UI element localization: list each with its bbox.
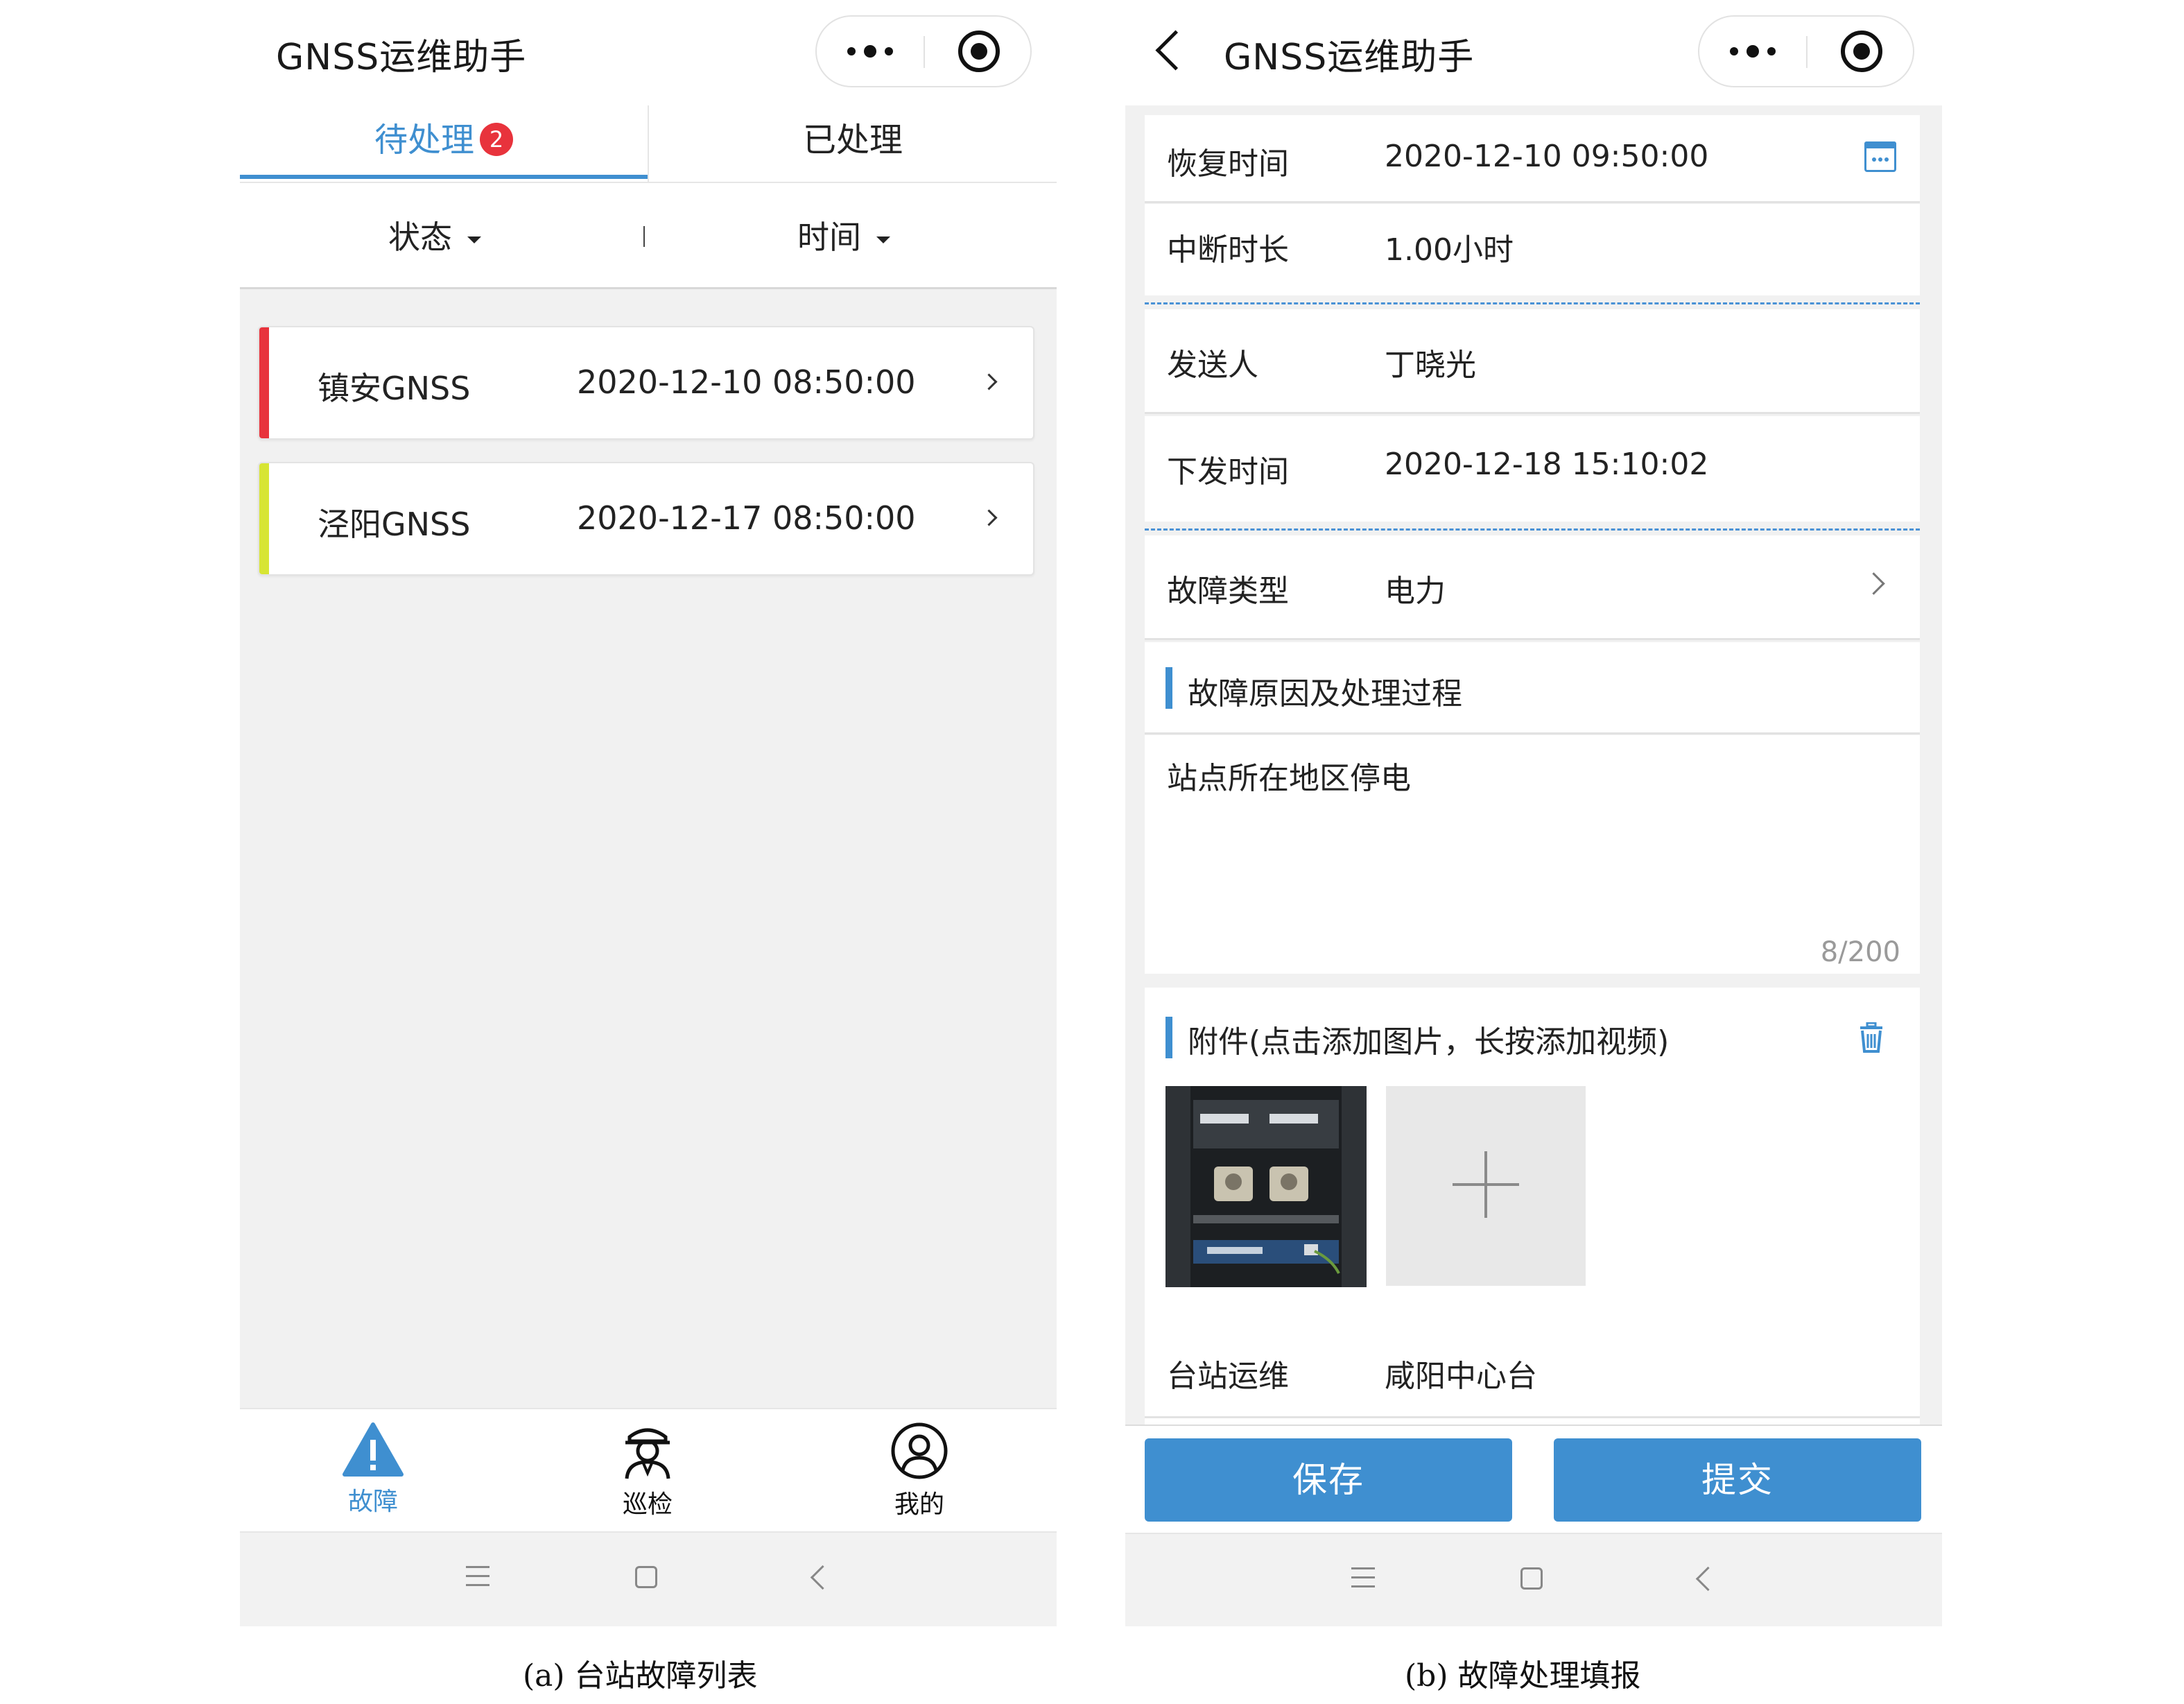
- home-icon[interactable]: [1520, 1567, 1543, 1590]
- status-color-bar: [259, 463, 269, 574]
- tab-processed[interactable]: 已处理: [649, 105, 1057, 182]
- section-accent-bar: [1165, 667, 1172, 709]
- bottom-tab-inspection[interactable]: 巡检: [578, 1422, 717, 1520]
- capsule-divider: [1806, 36, 1808, 68]
- menu-icon[interactable]: [1351, 1567, 1375, 1588]
- bottom-tab-fault[interactable]: 故障: [304, 1422, 442, 1517]
- close-target-icon[interactable]: [958, 31, 1000, 72]
- recovery-time-row[interactable]: 恢复时间 2020-12-10 09:50:00: [1145, 115, 1920, 203]
- status-color-bar: [259, 327, 269, 438]
- system-nav-bar: [240, 1531, 1057, 1626]
- mini-program-capsule: [815, 15, 1032, 87]
- station-name: 泾阳GNSS: [318, 506, 471, 543]
- fault-type-value: 电力: [1385, 574, 1446, 609]
- bottom-tab-mine-label: 我的: [894, 1490, 944, 1519]
- fault-report-form: 恢复时间 2020-12-10 09:50:00 中断时长 1.00小时 发送人…: [1145, 107, 1920, 1425]
- station-name: 镇安GNSS: [318, 370, 471, 407]
- cause-text: 站点所在地区停电: [1167, 761, 1411, 796]
- active-tab-underline: [240, 175, 648, 179]
- equipment-rack-photo: [1165, 1086, 1367, 1287]
- char-counter: 8/200: [1820, 936, 1900, 968]
- tab-pending-label: 待处理: [374, 121, 474, 160]
- fault-time: 2020-12-17 08:50:00: [577, 499, 916, 537]
- back-arrow-icon[interactable]: [1155, 30, 1196, 71]
- app-title: GNSS运维助手: [1224, 37, 1475, 78]
- attachment-thumbnail[interactable]: [1165, 1086, 1367, 1287]
- status-filter-label: 状态: [388, 218, 452, 256]
- time-filter-label: 时间: [797, 218, 861, 256]
- station-ops-row: 台站运维 咸阳中心台: [1145, 1320, 1920, 1418]
- close-target-icon[interactable]: [1841, 31, 1882, 72]
- top-nav-bar: GNSS运维助手: [240, 0, 1057, 105]
- pending-count-badge: 2: [480, 123, 513, 156]
- caption-a: (a) 台站故障列表: [523, 1658, 758, 1694]
- time-filter-dropdown[interactable]: 时间: [797, 212, 890, 258]
- field-label: 恢复时间: [1167, 146, 1289, 182]
- chevron-right-icon: [980, 509, 998, 526]
- top-nav-bar: GNSS运维助手: [1125, 0, 1942, 105]
- sender-value: 丁晓光: [1385, 347, 1476, 383]
- field-label: 发送人: [1167, 347, 1258, 383]
- sender-row: 发送人 丁晓光: [1145, 309, 1920, 414]
- issue-time-value: 2020-12-18 15:10:02: [1385, 447, 1709, 482]
- filter-divider: [643, 226, 645, 247]
- chevron-right-icon: [980, 373, 998, 390]
- home-icon[interactable]: [635, 1566, 657, 1588]
- back-icon[interactable]: [1695, 1566, 1721, 1592]
- attachment-section-title: 附件(点击添加图片，长按添加视频): [1188, 1024, 1670, 1060]
- section-accent-bar: [1165, 1017, 1172, 1058]
- cause-section-header: 故障原因及处理过程: [1145, 642, 1920, 734]
- more-menu-icon[interactable]: [817, 17, 924, 86]
- status-tabs: 待处理 2 已处理: [240, 105, 1057, 183]
- system-nav-bar: [1125, 1533, 1942, 1626]
- station-ops-value: 咸阳中心台: [1385, 1359, 1537, 1394]
- fault-list-item[interactable]: 泾阳GNSS 2020-12-17 08:50:00: [258, 462, 1034, 576]
- issue-time-row: 下发时间 2020-12-18 15:10:02: [1145, 416, 1920, 522]
- bottom-tab-fault-label: 故障: [347, 1488, 398, 1516]
- chevron-right-icon: [1862, 572, 1885, 595]
- tab-processed-label: 已处理: [802, 121, 903, 160]
- add-attachment-button[interactable]: [1386, 1086, 1586, 1286]
- bottom-tab-bar: 故障 巡检 我的: [240, 1408, 1057, 1531]
- calendar-icon[interactable]: [1864, 141, 1896, 172]
- warning-icon: [343, 1422, 404, 1477]
- caret-down-icon: [467, 236, 481, 243]
- field-label: 故障类型: [1167, 574, 1289, 609]
- back-icon[interactable]: [810, 1565, 835, 1590]
- plus-icon-v: [1484, 1151, 1487, 1218]
- interruption-duration-row: 中断时长 1.00小时: [1145, 204, 1920, 295]
- fault-report-screen: GNSS运维助手 恢复时间 2020-12-10 09:50:00 中断时长 1…: [1125, 0, 1942, 1626]
- field-label: 下发时间: [1167, 454, 1289, 490]
- filter-bar: 状态 时间: [240, 183, 1057, 289]
- status-filter-dropdown[interactable]: 状态: [388, 212, 481, 258]
- fault-list-screen: GNSS运维助手 待处理 2 已处理 状态 时间 镇安GNSS 2020-12-1…: [240, 0, 1057, 1626]
- bottom-tab-inspection-label: 巡检: [622, 1490, 673, 1519]
- app-title: GNSS运维助手: [276, 37, 527, 78]
- inspector-icon: [625, 1428, 670, 1479]
- section-divider: [1145, 528, 1920, 531]
- caret-down-icon: [876, 236, 890, 243]
- mini-program-capsule: [1698, 15, 1914, 87]
- field-label: 台站运维: [1167, 1359, 1289, 1394]
- field-label: 中断时长: [1167, 232, 1289, 268]
- recovery-time-value: 2020-12-10 09:50:00: [1385, 139, 1709, 174]
- capsule-divider: [924, 36, 925, 68]
- fault-type-row[interactable]: 故障类型 电力: [1145, 535, 1920, 640]
- fault-list-item[interactable]: 镇安GNSS 2020-12-10 08:50:00: [258, 326, 1034, 440]
- submit-button[interactable]: 提交: [1554, 1438, 1921, 1522]
- form-action-bar: 保存 提交: [1125, 1425, 1942, 1535]
- section-divider: [1145, 302, 1920, 304]
- more-menu-icon[interactable]: [1699, 17, 1806, 86]
- tab-pending[interactable]: 待处理 2: [240, 105, 648, 182]
- interruption-duration-value: 1.00小时: [1385, 232, 1514, 268]
- bottom-tab-mine[interactable]: 我的: [850, 1422, 989, 1520]
- caption-b: (b) 故障处理填报: [1405, 1658, 1641, 1694]
- fault-time: 2020-12-10 08:50:00: [577, 363, 916, 401]
- cause-section-title: 故障原因及处理过程: [1188, 676, 1462, 712]
- save-button[interactable]: 保存: [1145, 1438, 1512, 1522]
- trash-icon[interactable]: [1859, 1022, 1884, 1053]
- menu-icon[interactable]: [466, 1566, 489, 1587]
- profile-icon: [891, 1422, 948, 1479]
